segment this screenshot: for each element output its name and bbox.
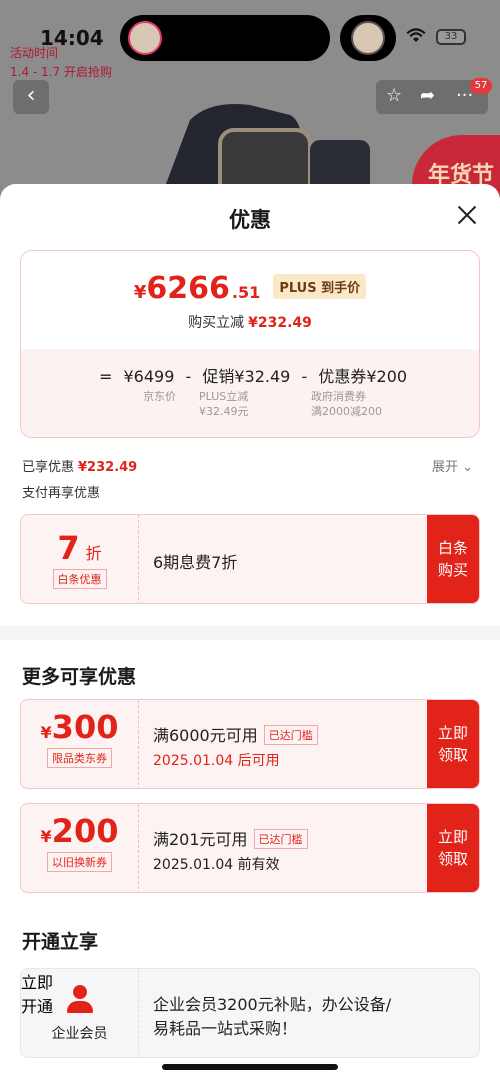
coupon-amount: 优惠券¥200	[318, 367, 408, 386]
minus-sign: -	[185, 367, 192, 386]
coupon-amount-row: ¥200	[21, 804, 138, 850]
reach-badge: 已达门槛	[263, 725, 318, 745]
minus-sign: -	[301, 367, 308, 386]
promo-banner: 活动时间 1.4 - 1.7 开启抢购	[10, 44, 112, 82]
baitiao-left: 7折 白条优惠	[21, 515, 139, 603]
caption-gov: 政府消费券 满2000减200	[311, 389, 382, 419]
caption-jd-price: 京东价	[143, 390, 176, 403]
pay-cards: 7折 白条优惠 6期息费7折 白条 购买	[0, 510, 500, 626]
coupon-card: ¥300 限品类东券 满6000元可用 已达门槛 2025.01.04 后可用 立…	[20, 699, 480, 789]
claim-coupon-button[interactable]: 立即 领取	[427, 804, 479, 892]
island-avatar	[128, 21, 162, 55]
caption-plus: PLUS立减 ¥32.49元	[199, 389, 249, 419]
coupon-condition-row: 满201元可用 已达门槛	[153, 826, 308, 850]
member-label: 企业会员	[51, 1026, 108, 1042]
dynamic-island	[120, 15, 330, 61]
coupon-condition: 满201元可用	[153, 830, 248, 849]
coupon-list: ¥300 限品类东券 满6000元可用 已达门槛 2025.01.04 后可用 立…	[0, 697, 500, 913]
cart-badge: 57	[470, 78, 492, 94]
baitiao-amount: 7	[57, 529, 80, 567]
baitiao-buy-button[interactable]: 白条 购买	[427, 515, 479, 603]
coupon-card: ¥200 以旧换新券 满201元可用 已达门槛 2025.01.04 前有效 立即…	[20, 803, 480, 893]
wifi-icon	[406, 28, 426, 48]
camera-avatar	[351, 21, 385, 55]
baitiao-amount-row: 7折	[21, 515, 138, 567]
price-decimal: .51	[231, 283, 261, 302]
coupon-tag: 以旧换新券	[47, 852, 112, 872]
discount-sheet: 优惠 ¥ 6266 .51 PLUS 到手价 购买立减 ¥232.49 = ¥6…	[0, 184, 500, 1083]
coupon-date: 2025.01.04 后可用	[153, 753, 280, 769]
member-left: 企业会员	[21, 969, 139, 1057]
plus-price-tag: PLUS 到手价	[273, 274, 367, 299]
coupon-left: ¥200 以旧换新券	[21, 804, 139, 892]
claim-coupon-button[interactable]: 立即 领取	[427, 700, 479, 788]
price-section: ¥ 6266 .51 PLUS 到手价 购买立减 ¥232.49 = ¥6499 …	[0, 248, 500, 450]
breakdown-row: = ¥6499 - 促销¥32.49 - 优惠券¥200	[99, 363, 413, 387]
caption-plus-line1: PLUS立减	[199, 390, 249, 403]
member-desc: 企业会员3200元补贴，办公设备/易耗品一站式采购！	[153, 995, 392, 1038]
eq-sign: =	[99, 367, 113, 386]
reach-badge: 已达门槛	[253, 829, 308, 849]
reduce-value: ¥232.49	[248, 315, 312, 331]
close-icon[interactable]	[454, 202, 480, 228]
user-icon	[65, 985, 95, 1015]
caption-gov-line1: 政府消费券	[311, 390, 366, 403]
sheet-header: 优惠	[0, 184, 500, 248]
battery-icon: 33	[436, 29, 466, 45]
enjoyed-value: ¥232.49	[78, 460, 138, 475]
coupon-amount: 200	[51, 812, 119, 850]
promo-amount: 促销¥32.49	[202, 367, 291, 386]
final-price: ¥ 6266 .51	[134, 271, 260, 306]
more-title: 更多可享优惠	[0, 640, 500, 697]
camera-bubble	[340, 15, 396, 61]
sheet-title: 优惠	[229, 208, 271, 232]
coupon-condition: 满6000元可用	[153, 726, 258, 745]
caption-gov-line2: 满2000减200	[311, 405, 382, 418]
price-breakdown: = ¥6499 - 促销¥32.49 - 优惠券¥200 京东价 PLUS立减 …	[21, 349, 479, 437]
price-card: ¥ 6266 .51 PLUS 到手价 购买立减 ¥232.49 = ¥6499 …	[20, 250, 480, 438]
coupon-yen: ¥	[40, 827, 52, 846]
enjoyed-text: 已享优惠	[22, 460, 75, 475]
section-divider	[0, 626, 500, 640]
baitiao-unit: 折	[85, 544, 102, 563]
coupon-date: 2025.01.04 前有效	[153, 857, 280, 873]
price-yen: ¥	[133, 282, 147, 303]
expand-button[interactable]: 展开 ⌄	[432, 456, 473, 475]
baitiao-desc: 6期息费7折	[153, 553, 238, 572]
coupon-tag: 限品类东券	[47, 748, 112, 768]
promo-line-1: 活动时间	[10, 46, 59, 60]
baitiao-card: 7折 白条优惠 6期息费7折 白条 购买	[20, 514, 480, 604]
price-integer: 6266	[146, 271, 230, 306]
home-indicator	[162, 1064, 338, 1070]
final-price-block: ¥ 6266 .51 PLUS 到手价 购买立减 ¥232.49	[21, 251, 479, 349]
enjoyed-row: 已享优惠 ¥232.49 展开 ⌄	[0, 450, 500, 480]
open-title: 开通立享	[0, 913, 500, 962]
baitiao-tag: 白条优惠	[52, 569, 107, 589]
pay-title: 支付再享优惠	[0, 480, 500, 510]
caption-plus-line2: ¥32.49元	[199, 405, 249, 418]
coupon-amount: 300	[51, 708, 119, 746]
reduce-label: 购买立减	[188, 315, 245, 331]
coupon-left: ¥300 限品类东券	[21, 700, 139, 788]
reduce-line: 购买立减 ¥232.49	[21, 312, 479, 332]
coupon-yen: ¥	[40, 723, 52, 742]
enjoyed-label: 已享优惠 ¥232.49	[22, 456, 137, 475]
coupon-condition-row: 满6000元可用 已达门槛	[153, 722, 318, 746]
star-icon[interactable]: ☆	[386, 85, 402, 106]
member-card: 企业会员 企业会员3200元补贴，办公设备/易耗品一站式采购！ 立即 开通	[20, 968, 480, 1058]
back-button[interactable]: ‹	[13, 80, 49, 114]
jd-price: ¥6499	[123, 367, 175, 386]
share-icon[interactable]: ➦	[420, 85, 435, 106]
coupon-amount-row: ¥300	[21, 700, 138, 746]
